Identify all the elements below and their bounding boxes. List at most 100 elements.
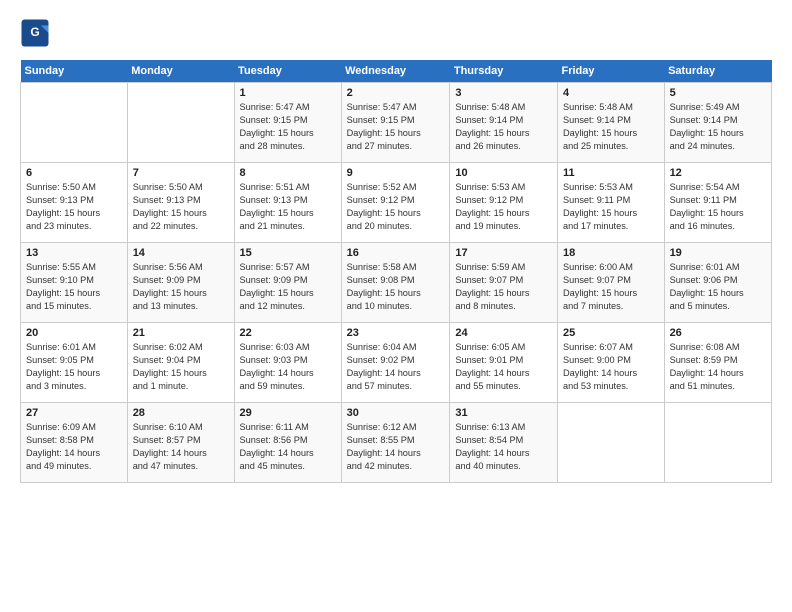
calendar-cell: 9 Sunrise: 5:52 AM Sunset: 9:12 PM Daylig… (341, 163, 450, 243)
weekday-header-friday: Friday (557, 60, 664, 83)
calendar-cell (21, 83, 128, 163)
calendar-cell: 31Sunrise: 6:13 AM Sunset: 8:54 PM Dayli… (450, 403, 558, 483)
logo: G (20, 18, 54, 48)
day-number: 26 (670, 327, 766, 339)
day-info: Sunrise: 6:12 AM Sunset: 8:55 PM Dayligh… (347, 421, 445, 473)
calendar-cell: 17 Sunrise: 5:59 AM Sunset: 9:07 PM Dayli… (450, 243, 558, 323)
day-number: 28 (133, 407, 229, 419)
day-info: Sunrise: 5:57 AM Sunset: 9:09 PM Dayligh… (240, 261, 336, 313)
calendar-cell: 13Sunrise: 5:55 AM Sunset: 9:10 PM Dayli… (21, 243, 128, 323)
day-info: Sunrise: 5:48 AM Sunset: 9:14 PM Dayligh… (455, 101, 552, 153)
weekday-header-sunday: Sunday (21, 60, 128, 83)
day-info: Sunrise: 5:49 AM Sunset: 9:14 PM Dayligh… (670, 101, 766, 153)
calendar-cell: 11 Sunrise: 5:53 AM Sunset: 9:11 PM Dayli… (557, 163, 664, 243)
day-number: 15 (240, 247, 336, 259)
day-number: 8 (240, 167, 336, 179)
calendar-cell: 4 Sunrise: 5:48 AM Sunset: 9:14 PM Daylig… (557, 83, 664, 163)
day-info: Sunrise: 5:47 AM Sunset: 9:15 PM Dayligh… (240, 101, 336, 153)
calendar-cell: 8 Sunrise: 5:51 AM Sunset: 9:13 PM Daylig… (234, 163, 341, 243)
day-number: 1 (240, 87, 336, 99)
calendar-cell: 22Sunrise: 6:03 AM Sunset: 9:03 PM Dayli… (234, 323, 341, 403)
day-number: 13 (26, 247, 122, 259)
day-info: Sunrise: 5:48 AM Sunset: 9:14 PM Dayligh… (563, 101, 659, 153)
day-info: Sunrise: 5:53 AM Sunset: 9:11 PM Dayligh… (563, 181, 659, 233)
day-number: 25 (563, 327, 659, 339)
calendar-cell: 3 Sunrise: 5:48 AM Sunset: 9:14 PM Daylig… (450, 83, 558, 163)
calendar-table: SundayMondayTuesdayWednesdayThursdayFrid… (20, 60, 772, 483)
day-number: 9 (347, 167, 445, 179)
day-info: Sunrise: 6:09 AM Sunset: 8:58 PM Dayligh… (26, 421, 122, 473)
weekday-header-tuesday: Tuesday (234, 60, 341, 83)
day-number: 7 (133, 167, 229, 179)
day-number: 23 (347, 327, 445, 339)
calendar-cell: 12Sunrise: 5:54 AM Sunset: 9:11 PM Dayli… (664, 163, 771, 243)
calendar-cell: 25 Sunrise: 6:07 AM Sunset: 9:00 PM Dayli… (557, 323, 664, 403)
day-number: 4 (563, 87, 659, 99)
week-row-3: 13Sunrise: 5:55 AM Sunset: 9:10 PM Dayli… (21, 243, 772, 323)
day-number: 6 (26, 167, 122, 179)
day-info: Sunrise: 5:58 AM Sunset: 9:08 PM Dayligh… (347, 261, 445, 313)
calendar-cell: 19Sunrise: 6:01 AM Sunset: 9:06 PM Dayli… (664, 243, 771, 323)
day-number: 27 (26, 407, 122, 419)
day-info: Sunrise: 6:04 AM Sunset: 9:02 PM Dayligh… (347, 341, 445, 393)
day-number: 11 (563, 167, 659, 179)
calendar-cell: 2 Sunrise: 5:47 AM Sunset: 9:15 PM Daylig… (341, 83, 450, 163)
day-info: Sunrise: 6:02 AM Sunset: 9:04 PM Dayligh… (133, 341, 229, 393)
day-number: 20 (26, 327, 122, 339)
calendar-cell: 27 Sunrise: 6:09 AM Sunset: 8:58 PM Dayli… (21, 403, 128, 483)
day-info: Sunrise: 5:59 AM Sunset: 9:07 PM Dayligh… (455, 261, 552, 313)
day-number: 30 (347, 407, 445, 419)
day-number: 29 (240, 407, 336, 419)
day-number: 10 (455, 167, 552, 179)
day-number: 5 (670, 87, 766, 99)
day-info: Sunrise: 6:01 AM Sunset: 9:05 PM Dayligh… (26, 341, 122, 393)
day-number: 3 (455, 87, 552, 99)
day-info: Sunrise: 6:13 AM Sunset: 8:54 PM Dayligh… (455, 421, 552, 473)
calendar-cell: 16 Sunrise: 5:58 AM Sunset: 9:08 PM Dayli… (341, 243, 450, 323)
day-info: Sunrise: 6:01 AM Sunset: 9:06 PM Dayligh… (670, 261, 766, 313)
day-number: 14 (133, 247, 229, 259)
calendar-cell: 6Sunrise: 5:50 AM Sunset: 9:13 PM Daylig… (21, 163, 128, 243)
calendar-cell: 15 Sunrise: 5:57 AM Sunset: 9:09 PM Dayli… (234, 243, 341, 323)
day-number: 21 (133, 327, 229, 339)
day-info: Sunrise: 6:03 AM Sunset: 9:03 PM Dayligh… (240, 341, 336, 393)
calendar-cell (127, 83, 234, 163)
week-row-2: 6 Sunrise: 5:50 AM Sunset: 9:13 PM Daylig… (21, 163, 772, 243)
day-info: Sunrise: 5:47 AM Sunset: 9:15 PM Dayligh… (347, 101, 445, 153)
svg-text:G: G (30, 25, 39, 39)
day-info: Sunrise: 6:05 AM Sunset: 9:01 PM Dayligh… (455, 341, 552, 393)
day-info: Sunrise: 5:54 AM Sunset: 9:11 PM Dayligh… (670, 181, 766, 233)
day-info: Sunrise: 5:52 AM Sunset: 9:12 PM Dayligh… (347, 181, 445, 233)
day-info: Sunrise: 6:08 AM Sunset: 8:59 PM Dayligh… (670, 341, 766, 393)
day-number: 16 (347, 247, 445, 259)
weekday-header-monday: Monday (127, 60, 234, 83)
calendar-cell: 5 Sunrise: 5:49 AM Sunset: 9:14 PM Daylig… (664, 83, 771, 163)
day-info: Sunrise: 5:53 AM Sunset: 9:12 PM Dayligh… (455, 181, 552, 233)
weekday-header-row: SundayMondayTuesdayWednesdayThursdayFrid… (21, 60, 772, 83)
day-info: Sunrise: 5:50 AM Sunset: 9:13 PM Dayligh… (133, 181, 229, 233)
calendar-cell: 10 Sunrise: 5:53 AM Sunset: 9:12 PM Dayli… (450, 163, 558, 243)
day-info: Sunrise: 6:07 AM Sunset: 9:00 PM Dayligh… (563, 341, 659, 393)
calendar-cell: 14 Sunrise: 5:56 AM Sunset: 9:09 PM Dayli… (127, 243, 234, 323)
calendar-cell: 26 Sunrise: 6:08 AM Sunset: 8:59 PM Dayli… (664, 323, 771, 403)
day-number: 24 (455, 327, 552, 339)
day-number: 2 (347, 87, 445, 99)
header: G (20, 18, 772, 48)
calendar-cell: 18Sunrise: 6:00 AM Sunset: 9:07 PM Dayli… (557, 243, 664, 323)
calendar-cell: 24 Sunrise: 6:05 AM Sunset: 9:01 PM Dayli… (450, 323, 558, 403)
day-info: Sunrise: 5:51 AM Sunset: 9:13 PM Dayligh… (240, 181, 336, 233)
logo-icon: G (20, 18, 50, 48)
week-row-4: 20 Sunrise: 6:01 AM Sunset: 9:05 PM Dayli… (21, 323, 772, 403)
calendar-cell (557, 403, 664, 483)
calendar-cell: 28 Sunrise: 6:10 AM Sunset: 8:57 PM Dayli… (127, 403, 234, 483)
calendar-cell: 29 Sunrise: 6:11 AM Sunset: 8:56 PM Dayli… (234, 403, 341, 483)
week-row-1: 1 Sunrise: 5:47 AM Sunset: 9:15 PM Daylig… (21, 83, 772, 163)
day-info: Sunrise: 6:10 AM Sunset: 8:57 PM Dayligh… (133, 421, 229, 473)
calendar-cell: 23 Sunrise: 6:04 AM Sunset: 9:02 PM Dayli… (341, 323, 450, 403)
calendar-cell (664, 403, 771, 483)
day-number: 17 (455, 247, 552, 259)
calendar-page: G SundayMondayTuesdayWednesdayThursdayFr… (0, 0, 792, 612)
calendar-cell: 30 Sunrise: 6:12 AM Sunset: 8:55 PM Dayli… (341, 403, 450, 483)
day-info: Sunrise: 5:56 AM Sunset: 9:09 PM Dayligh… (133, 261, 229, 313)
day-info: Sunrise: 6:11 AM Sunset: 8:56 PM Dayligh… (240, 421, 336, 473)
